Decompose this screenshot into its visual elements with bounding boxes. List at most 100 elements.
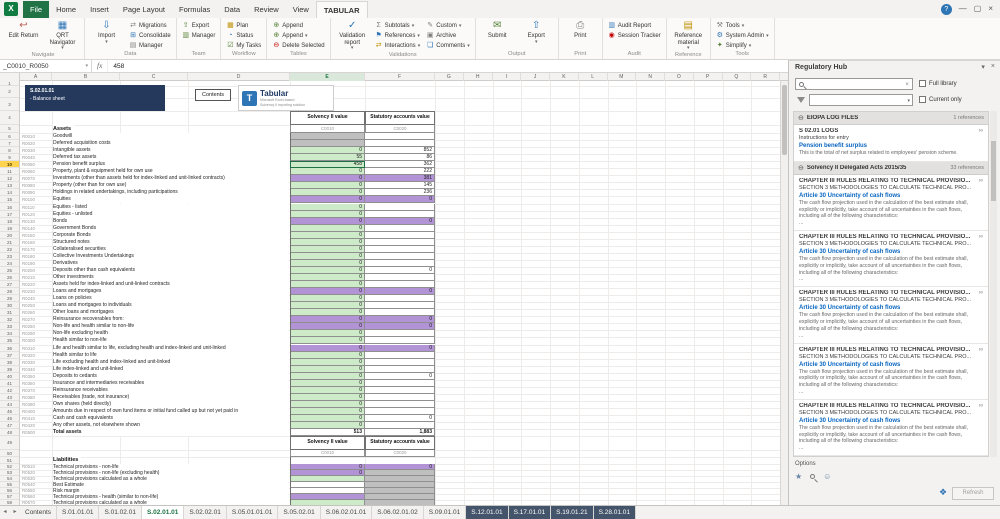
row-label[interactable]: Health similar to life bbox=[53, 351, 289, 359]
row-code[interactable]: R0060 bbox=[22, 168, 51, 175]
cell-statutory-value-r0230[interactable]: 0 bbox=[365, 288, 435, 296]
row-header-36[interactable]: 36 bbox=[0, 345, 19, 352]
sheet-tab-s-19-01-21[interactable]: S.19.01.21 bbox=[551, 506, 594, 519]
column-header-b[interactable]: B bbox=[52, 73, 120, 81]
row-label[interactable]: Structured notes bbox=[53, 238, 289, 246]
reference-card[interactable]: CHAPTER III RULES RELATING TO TECHNICAL … bbox=[794, 231, 988, 288]
row-header-27[interactable]: 27 bbox=[0, 281, 19, 289]
ribbon-tab-data[interactable]: Data bbox=[217, 1, 247, 18]
ribbon-button-qrt-navigator[interactable]: ▦ QRT Navigator ▾ bbox=[44, 19, 81, 51]
row-label[interactable]: Any other assets, not elsewhere shown bbox=[53, 422, 289, 430]
row-label[interactable]: Other investments bbox=[53, 274, 289, 282]
cell-solvency-value-r0240[interactable]: 0 bbox=[290, 295, 365, 303]
row-header-15[interactable]: 15 bbox=[0, 196, 19, 204]
scrollbar-thumb[interactable] bbox=[782, 85, 787, 155]
reference-card[interactable]: CHAPTER III RULES RELATING TO TECHNICAL … bbox=[794, 344, 988, 400]
row-header-38[interactable]: 38 bbox=[0, 359, 19, 366]
row-code[interactable]: R0150 bbox=[22, 232, 51, 239]
cell-statutory-value-r0210[interactable] bbox=[365, 274, 435, 282]
cell-statutory-value-r0150[interactable] bbox=[365, 231, 435, 239]
row-header-24[interactable]: 24 bbox=[0, 260, 19, 267]
row-code[interactable]: R0390 bbox=[22, 401, 51, 408]
row-header-31[interactable]: 31 bbox=[0, 309, 19, 317]
collapse-icon[interactable]: ⊖ bbox=[798, 114, 804, 122]
filter-dropdown[interactable]: ▾ bbox=[809, 94, 913, 106]
cell-solvency-value-r0220[interactable]: 0 bbox=[290, 281, 365, 289]
row-label[interactable]: Loans on policies bbox=[53, 295, 289, 303]
reference-card[interactable]: S 02.01 LOGS ∞ Instructions for entry Pensi… bbox=[794, 125, 988, 162]
formula-input[interactable]: 458 bbox=[108, 63, 129, 70]
row-code[interactable]: R0350 bbox=[22, 373, 51, 380]
reference-link[interactable]: Pension benefit surplus bbox=[799, 143, 983, 149]
spreadsheet-grid[interactable]: S.02.01.01 - Balance sheet Contents T Ta… bbox=[0, 81, 780, 505]
ribbon-tab-insert[interactable]: Insert bbox=[83, 1, 116, 18]
row-header-37[interactable]: 37 bbox=[0, 352, 19, 359]
sheet-tab-contents[interactable]: Contents bbox=[20, 506, 58, 519]
hub-section-header-solvency-ii-delegated-acts-2015-35[interactable]: ⊖ Solvency II Delegated Acts 2015/35 33 re… bbox=[794, 161, 988, 175]
row-header-2[interactable]: 2 bbox=[0, 86, 19, 98]
row-code[interactable]: R0070 bbox=[22, 175, 51, 182]
chevron-down-icon[interactable]: ▾ bbox=[85, 63, 88, 69]
ribbon-button-submit[interactable]: ✉ Submit bbox=[479, 19, 516, 50]
select-all-corner[interactable] bbox=[0, 73, 20, 81]
cell-solvency-value-r0380[interactable]: 0 bbox=[290, 393, 365, 401]
row-code[interactable]: R0240 bbox=[22, 295, 51, 302]
ribbon-button-simplify[interactable]: ✦ Simplify ▾ bbox=[714, 41, 771, 50]
code-header-c0010[interactable]: C0010 bbox=[290, 125, 365, 133]
row-header-9[interactable]: 9 bbox=[0, 154, 19, 162]
row-header-8[interactable]: 8 bbox=[0, 147, 19, 155]
row-code[interactable]: R0200 bbox=[22, 267, 51, 274]
ribbon-button-subtotals[interactable]: Σ Subtotals ▾ bbox=[373, 21, 423, 30]
row-header-47[interactable]: 47 bbox=[0, 422, 19, 430]
cell-statutory-value-r0240[interactable] bbox=[365, 295, 435, 303]
code-header-c0010-2[interactable]: C0010 bbox=[290, 450, 365, 457]
cell-solvency-value-r0110[interactable]: 0 bbox=[290, 203, 365, 211]
ribbon-button-print[interactable]: ⎙ Print bbox=[562, 19, 599, 50]
row-code[interactable]: R0020 bbox=[22, 140, 51, 147]
panel-close-icon[interactable]: × bbox=[991, 63, 995, 71]
row-label[interactable]: Equities - unlisted bbox=[53, 210, 289, 218]
row-code[interactable]: R0090 bbox=[22, 189, 51, 196]
row-label[interactable]: Intangible assets bbox=[53, 147, 289, 155]
cell-solvency-value-r0160[interactable]: 0 bbox=[290, 238, 365, 246]
row-header-6[interactable]: 6 bbox=[0, 133, 19, 141]
row-code[interactable]: R0230 bbox=[22, 288, 51, 295]
row-label[interactable]: Goodwill bbox=[53, 133, 289, 141]
row-header-30[interactable]: 30 bbox=[0, 302, 19, 310]
column-header-o[interactable]: O bbox=[665, 73, 694, 81]
row-header-43[interactable]: 43 bbox=[0, 394, 19, 401]
row-header-3[interactable]: 3 bbox=[0, 98, 19, 111]
row-header-49[interactable]: 49 bbox=[0, 436, 19, 450]
column-header-l[interactable]: L bbox=[579, 73, 608, 81]
sheet-tab-s-12-01-01[interactable]: S.12.01.01 bbox=[466, 506, 509, 519]
row-code[interactable]: R0160 bbox=[22, 239, 51, 246]
cell-statutory-value-r0020[interactable] bbox=[365, 140, 435, 148]
column-header-f[interactable]: F bbox=[365, 73, 435, 81]
row-code[interactable]: R0380 bbox=[22, 394, 51, 401]
row-label[interactable]: Other loans and mortgages bbox=[53, 309, 289, 317]
row-code[interactable]: R0030 bbox=[22, 147, 51, 154]
column-header-r[interactable]: R bbox=[751, 73, 780, 81]
cell-solvency-value-r0330[interactable]: 0 bbox=[290, 358, 365, 366]
row-label[interactable]: Corporate Bonds bbox=[53, 231, 289, 239]
cell-statutory-value-r0200[interactable]: 0 bbox=[365, 266, 435, 274]
sheet-tab-s-01-01-01[interactable]: S.01.01.01 bbox=[57, 506, 100, 519]
cell-statutory-value-r0410[interactable]: 0 bbox=[365, 415, 435, 423]
cell-statutory-value-r0400[interactable] bbox=[365, 407, 435, 415]
row-label[interactable]: Cash and cash equivalents bbox=[53, 415, 289, 423]
cell-statutory-value-r0090[interactable]: 236 bbox=[365, 189, 435, 197]
row-code[interactable]: R0400 bbox=[22, 408, 51, 415]
row-header-20[interactable]: 20 bbox=[0, 232, 19, 239]
row-header-32[interactable]: 32 bbox=[0, 316, 19, 324]
hub-search-box[interactable]: × bbox=[795, 78, 913, 90]
cell-solvency-value-r0180[interactable]: 0 bbox=[290, 252, 365, 260]
cell-statutory-value-r0320[interactable] bbox=[365, 351, 435, 359]
ribbon-button-comments[interactable]: ❏ Comments ▾ bbox=[424, 41, 472, 50]
restore-icon[interactable]: ▢ bbox=[974, 0, 982, 18]
cell-statutory-value-r0390[interactable] bbox=[365, 400, 435, 408]
column-header-a[interactable]: A bbox=[20, 73, 52, 81]
column-header-e[interactable]: E bbox=[290, 73, 365, 81]
ribbon-tab-review[interactable]: Review bbox=[247, 1, 286, 18]
row-header-41[interactable]: 41 bbox=[0, 380, 19, 387]
row-label[interactable]: Equities - listed bbox=[53, 203, 289, 211]
